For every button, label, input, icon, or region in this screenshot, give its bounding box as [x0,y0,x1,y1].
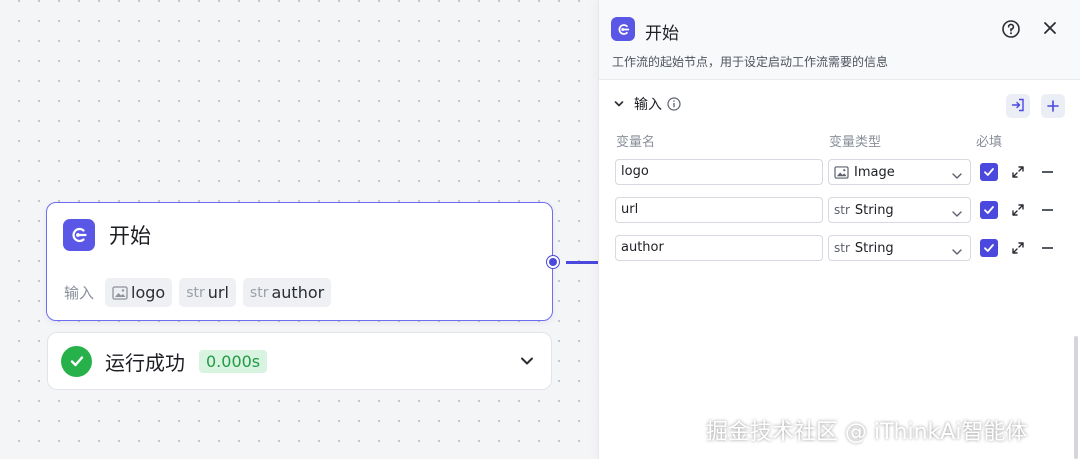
remove-variable-icon[interactable] [1042,247,1053,249]
import-icon [1011,97,1025,116]
string-type-icon: str [186,284,205,301]
input-section-header[interactable]: 输入 [613,94,681,114]
section-title: 输入 [634,97,662,113]
start-node[interactable]: 开始 输入 logo str url str author [46,202,553,321]
scrollbar[interactable] [1074,336,1078,459]
variable-name-input[interactable]: author [615,235,823,261]
chevron-down-icon [951,243,963,262]
input-chip-logo: logo [105,278,173,307]
output-port[interactable] [547,256,559,268]
inputs-label: 输入 [64,284,95,302]
variable-type-select[interactable]: str String [828,235,971,261]
node-config-panel: 开始 工作流的起始节点，用于设定启动工作流需要的信息 输入 变量名 变量类型 必… [598,0,1080,459]
variable-type-select[interactable]: str String [828,197,971,223]
remove-variable-icon[interactable] [1042,209,1053,211]
required-checkbox[interactable] [980,239,998,257]
chip-label: logo [131,283,166,302]
run-status-label: 运行成功 [105,350,185,375]
variable-row: author str String [599,235,1080,261]
string-type-icon: str [249,284,269,301]
chevron-down-icon [951,167,963,186]
close-icon[interactable] [1041,19,1059,41]
expand-icon[interactable] [1011,202,1025,221]
required-checkbox[interactable] [980,201,998,219]
node-inputs: 输入 logo str url str author [64,278,338,307]
info-icon[interactable] [667,97,681,111]
run-time-badge: 0.000s [199,349,268,373]
variable-type-select[interactable]: Image [828,159,971,185]
remove-variable-icon[interactable] [1042,171,1053,173]
variable-type-label: String [854,202,894,218]
image-icon [112,285,128,300]
panel-title: 开始 [645,24,679,44]
variable-type-label: String [854,240,894,256]
variable-type-label: Image [854,164,895,180]
run-status-card[interactable]: 运行成功 0.000s [47,332,552,390]
chip-label: author [271,283,325,302]
chevron-down-icon[interactable] [517,351,537,375]
variable-row: url str String [599,197,1080,223]
help-icon[interactable] [1001,19,1021,43]
import-button[interactable] [1006,94,1030,118]
node-header: 开始 [63,219,151,251]
string-type-icon: str [834,241,850,255]
panel-header: 开始 工作流的起始节点，用于设定启动工作流需要的信息 [599,0,1080,80]
connection-edge [566,261,598,264]
start-node-icon [611,17,635,41]
image-icon [834,165,849,179]
watermark: 掘金技术社区 @ iThinkAi智能体 [706,420,1028,445]
column-header-type: 变量类型 [829,135,882,150]
variable-name-input[interactable]: url [615,197,823,223]
node-title: 开始 [109,224,151,248]
expand-icon[interactable] [1011,164,1025,183]
success-check-icon [61,345,92,377]
chevron-down-icon [951,205,963,224]
string-type-icon: str [834,203,850,217]
variable-name-input[interactable]: logo [615,159,823,185]
column-header-required: 必填 [976,135,1003,150]
plus-icon [1047,97,1059,116]
panel-description: 工作流的起始节点，用于设定启动工作流需要的信息 [612,55,889,69]
chip-label: url [207,283,229,302]
variable-row: logo Image [599,159,1080,185]
start-node-icon [63,219,95,251]
add-variable-button[interactable] [1041,94,1065,118]
chevron-down-icon[interactable] [613,98,625,110]
column-header-name: 变量名 [616,135,656,150]
input-chip-author: str author [242,278,332,307]
required-checkbox[interactable] [980,163,998,181]
input-chip-url: str url [179,278,236,307]
expand-icon[interactable] [1011,240,1025,259]
